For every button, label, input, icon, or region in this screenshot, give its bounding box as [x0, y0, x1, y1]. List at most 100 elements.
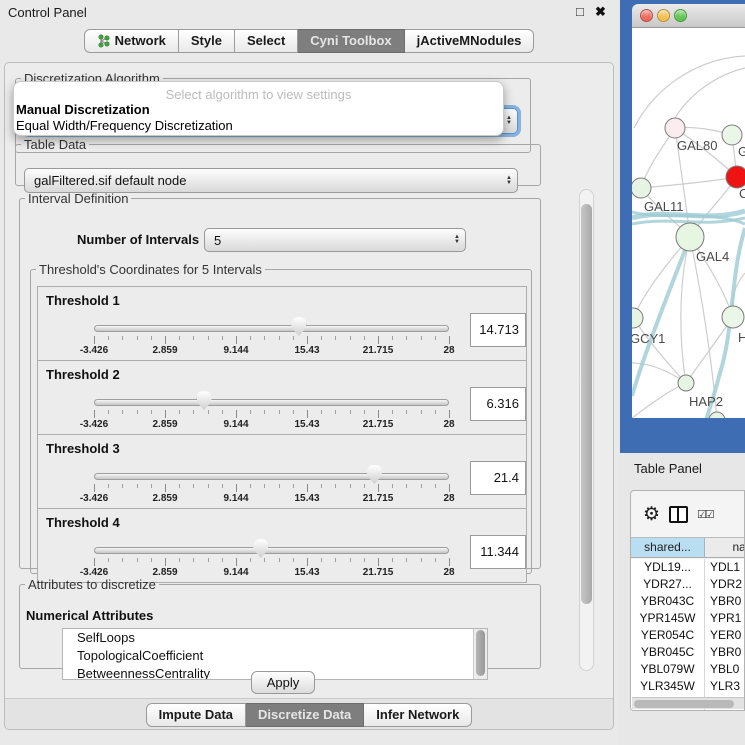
- tab-style[interactable]: Style: [179, 29, 235, 53]
- network-titlebar[interactable]: [632, 4, 745, 28]
- bottom-tab-discretize-data[interactable]: Discretize Data: [246, 703, 364, 727]
- table-cell: YPR1: [705, 610, 745, 627]
- threshold-label: Threshold 4: [46, 515, 120, 530]
- table-cell: YBR0: [705, 644, 745, 661]
- close-icon[interactable]: ✖: [595, 4, 606, 20]
- table-hscrollbar-thumb[interactable]: [634, 700, 734, 708]
- table-row[interactable]: YBR045CYBR0: [631, 644, 745, 661]
- node-label: GAL4: [696, 249, 729, 264]
- table-row[interactable]: YBL079WYBL0: [631, 661, 745, 678]
- tab-select[interactable]: Select: [235, 29, 298, 53]
- algorithm-option[interactable]: Equal Width/Frequency Discretization: [16, 118, 233, 133]
- table-row[interactable]: YER054CYER0: [631, 627, 745, 644]
- threshold-panel: Threshold 4-3.4262.8599.14415.4321.71528…: [37, 508, 527, 583]
- num-intervals-combo[interactable]: 5 ▲▼: [204, 228, 466, 252]
- gear-icon[interactable]: ⚙: [643, 505, 660, 524]
- tab-jactivemnodules[interactable]: jActiveMNodules: [405, 29, 535, 53]
- network-node[interactable]: [676, 223, 704, 251]
- attribute-item[interactable]: SelfLoops: [63, 629, 487, 647]
- table-row[interactable]: YDR27...YDR2: [631, 576, 745, 593]
- table-cell: YDL1: [705, 559, 745, 576]
- algorithm-option[interactable]: Manual Discretization: [16, 102, 150, 117]
- attribute-item[interactable]: TopologicalCoefficient: [63, 647, 487, 665]
- tab-cyni-toolbox[interactable]: Cyni Toolbox: [298, 29, 404, 53]
- cyni-toolbox-content: Discretization Algorithm ▲▼ Select algor…: [4, 62, 614, 730]
- network-node[interactable]: [722, 125, 742, 145]
- network-graph: GAL80GACGAL11GAL4GCY1HHAP2: [632, 28, 745, 418]
- column-header[interactable]: shared...: [631, 538, 705, 557]
- bottom-tab-infer-network[interactable]: Infer Network: [364, 703, 472, 727]
- split-pane-icon[interactable]: [669, 506, 688, 523]
- panel-scrollbar[interactable]: [579, 189, 594, 671]
- threshold-label: Threshold 2: [46, 367, 120, 382]
- top-tab-bar: Network StyleSelect Cyni Toolbox jActiveMNo…: [0, 29, 618, 53]
- node-label: GAL11: [644, 199, 684, 214]
- float-window-icon[interactable]: □: [576, 4, 584, 19]
- algorithm-dropdown-popup: Select algorithm to view settings Manual…: [13, 81, 504, 136]
- attributes-group: Attributes to discretize Numerical Attri…: [19, 577, 541, 669]
- numerical-attributes-heading: Numerical Attributes: [26, 608, 153, 623]
- threshold-slider[interactable]: [94, 399, 449, 406]
- threshold-slider[interactable]: [94, 547, 449, 554]
- tab-label: jActiveMNodules: [417, 33, 522, 48]
- slider-thumb[interactable]: [291, 317, 306, 336]
- panel-title: Control Panel: [8, 5, 87, 20]
- table-row[interactable]: YPR145WYPR1: [631, 610, 745, 627]
- table-cell: YBL0: [705, 661, 745, 678]
- zoom-traffic-light[interactable]: [674, 9, 687, 22]
- threshold-slider[interactable]: [94, 473, 449, 480]
- network-window[interactable]: GAL80GACGAL11GAL4GCY1HHAP2: [620, 0, 745, 453]
- threshold-value-field[interactable]: 14.713: [470, 313, 526, 347]
- tab-label: Network: [115, 33, 166, 48]
- tab-label: Impute Data: [159, 707, 233, 722]
- network-node[interactable]: [665, 118, 685, 138]
- num-intervals-value: 5: [205, 233, 449, 248]
- popup-hint: Select algorithm to view settings: [14, 87, 503, 102]
- threshold-value-field[interactable]: 6.316: [470, 387, 526, 421]
- table-row[interactable]: YBR043CYBR0: [631, 593, 745, 610]
- combo-spinner-icon: ▲▼: [501, 176, 517, 186]
- list-scrollbar[interactable]: [473, 629, 487, 680]
- control-panel: Control Panel □ ✖ Network StyleSelect Cyni…: [0, 0, 618, 745]
- panel-scrollbar-thumb[interactable]: [581, 204, 592, 604]
- table-hscrollbar[interactable]: [632, 697, 745, 709]
- thresholds-group: Threshold's Coordinates for 5 Intervals …: [30, 262, 532, 574]
- table-body: YDL19...YDL1YDR27...YDR2YBR043CYBR0YPR14…: [631, 559, 745, 711]
- interval-definition-title: Interval Definition: [25, 191, 131, 206]
- tab-label: Discretize Data: [258, 707, 351, 722]
- threshold-value-field[interactable]: 11.344: [470, 535, 526, 569]
- network-node[interactable]: [726, 166, 745, 188]
- table-row[interactable]: YLR345WYLR3: [631, 678, 745, 695]
- network-node[interactable]: [709, 412, 725, 418]
- threshold-panel: Threshold 2 -3.4262.8599.14415.4321.71528…: [37, 360, 527, 435]
- slider-thumb[interactable]: [367, 465, 382, 484]
- tab-network[interactable]: Network: [84, 29, 179, 53]
- list-scrollbar-thumb[interactable]: [476, 630, 485, 676]
- threshold-value-field[interactable]: 21.4: [470, 461, 526, 495]
- slider-tick-labels: -3.4262.8599.14415.4321.71528: [94, 419, 449, 431]
- network-node[interactable]: [722, 306, 744, 328]
- slider-tick-labels: -3.4262.8599.14415.4321.71528: [94, 493, 449, 505]
- threshold-label: Threshold 1: [46, 293, 120, 308]
- table-data-combo-value: galFiltered.sif default node: [25, 173, 501, 188]
- select-columns-icon[interactable]: ☑☑: [697, 505, 713, 523]
- slider-thumb[interactable]: [253, 539, 268, 558]
- slider-thumb[interactable]: [197, 391, 212, 410]
- node-label: GA: [738, 144, 745, 159]
- bottom-tab-impute-data[interactable]: Impute Data: [146, 703, 246, 727]
- apply-button[interactable]: Apply: [251, 671, 315, 694]
- network-node[interactable]: [632, 308, 643, 328]
- table-data-combo[interactable]: galFiltered.sif default node ▲▼: [24, 168, 518, 193]
- tab-label: Cyni Toolbox: [310, 33, 391, 48]
- column-header[interactable]: name: [705, 538, 745, 557]
- table-header-row: shared...name: [631, 537, 745, 558]
- table-cell: YLR3: [705, 678, 745, 695]
- network-canvas[interactable]: GAL80GACGAL11GAL4GCY1HHAP2: [632, 28, 745, 418]
- close-traffic-light[interactable]: [640, 9, 653, 22]
- network-node[interactable]: [678, 375, 694, 391]
- minimize-traffic-light[interactable]: [657, 9, 670, 22]
- table-row[interactable]: YDL19...YDL1: [631, 559, 745, 576]
- threshold-slider[interactable]: [94, 325, 449, 332]
- network-node[interactable]: [632, 178, 651, 198]
- table-data-title: Table Data: [21, 137, 89, 152]
